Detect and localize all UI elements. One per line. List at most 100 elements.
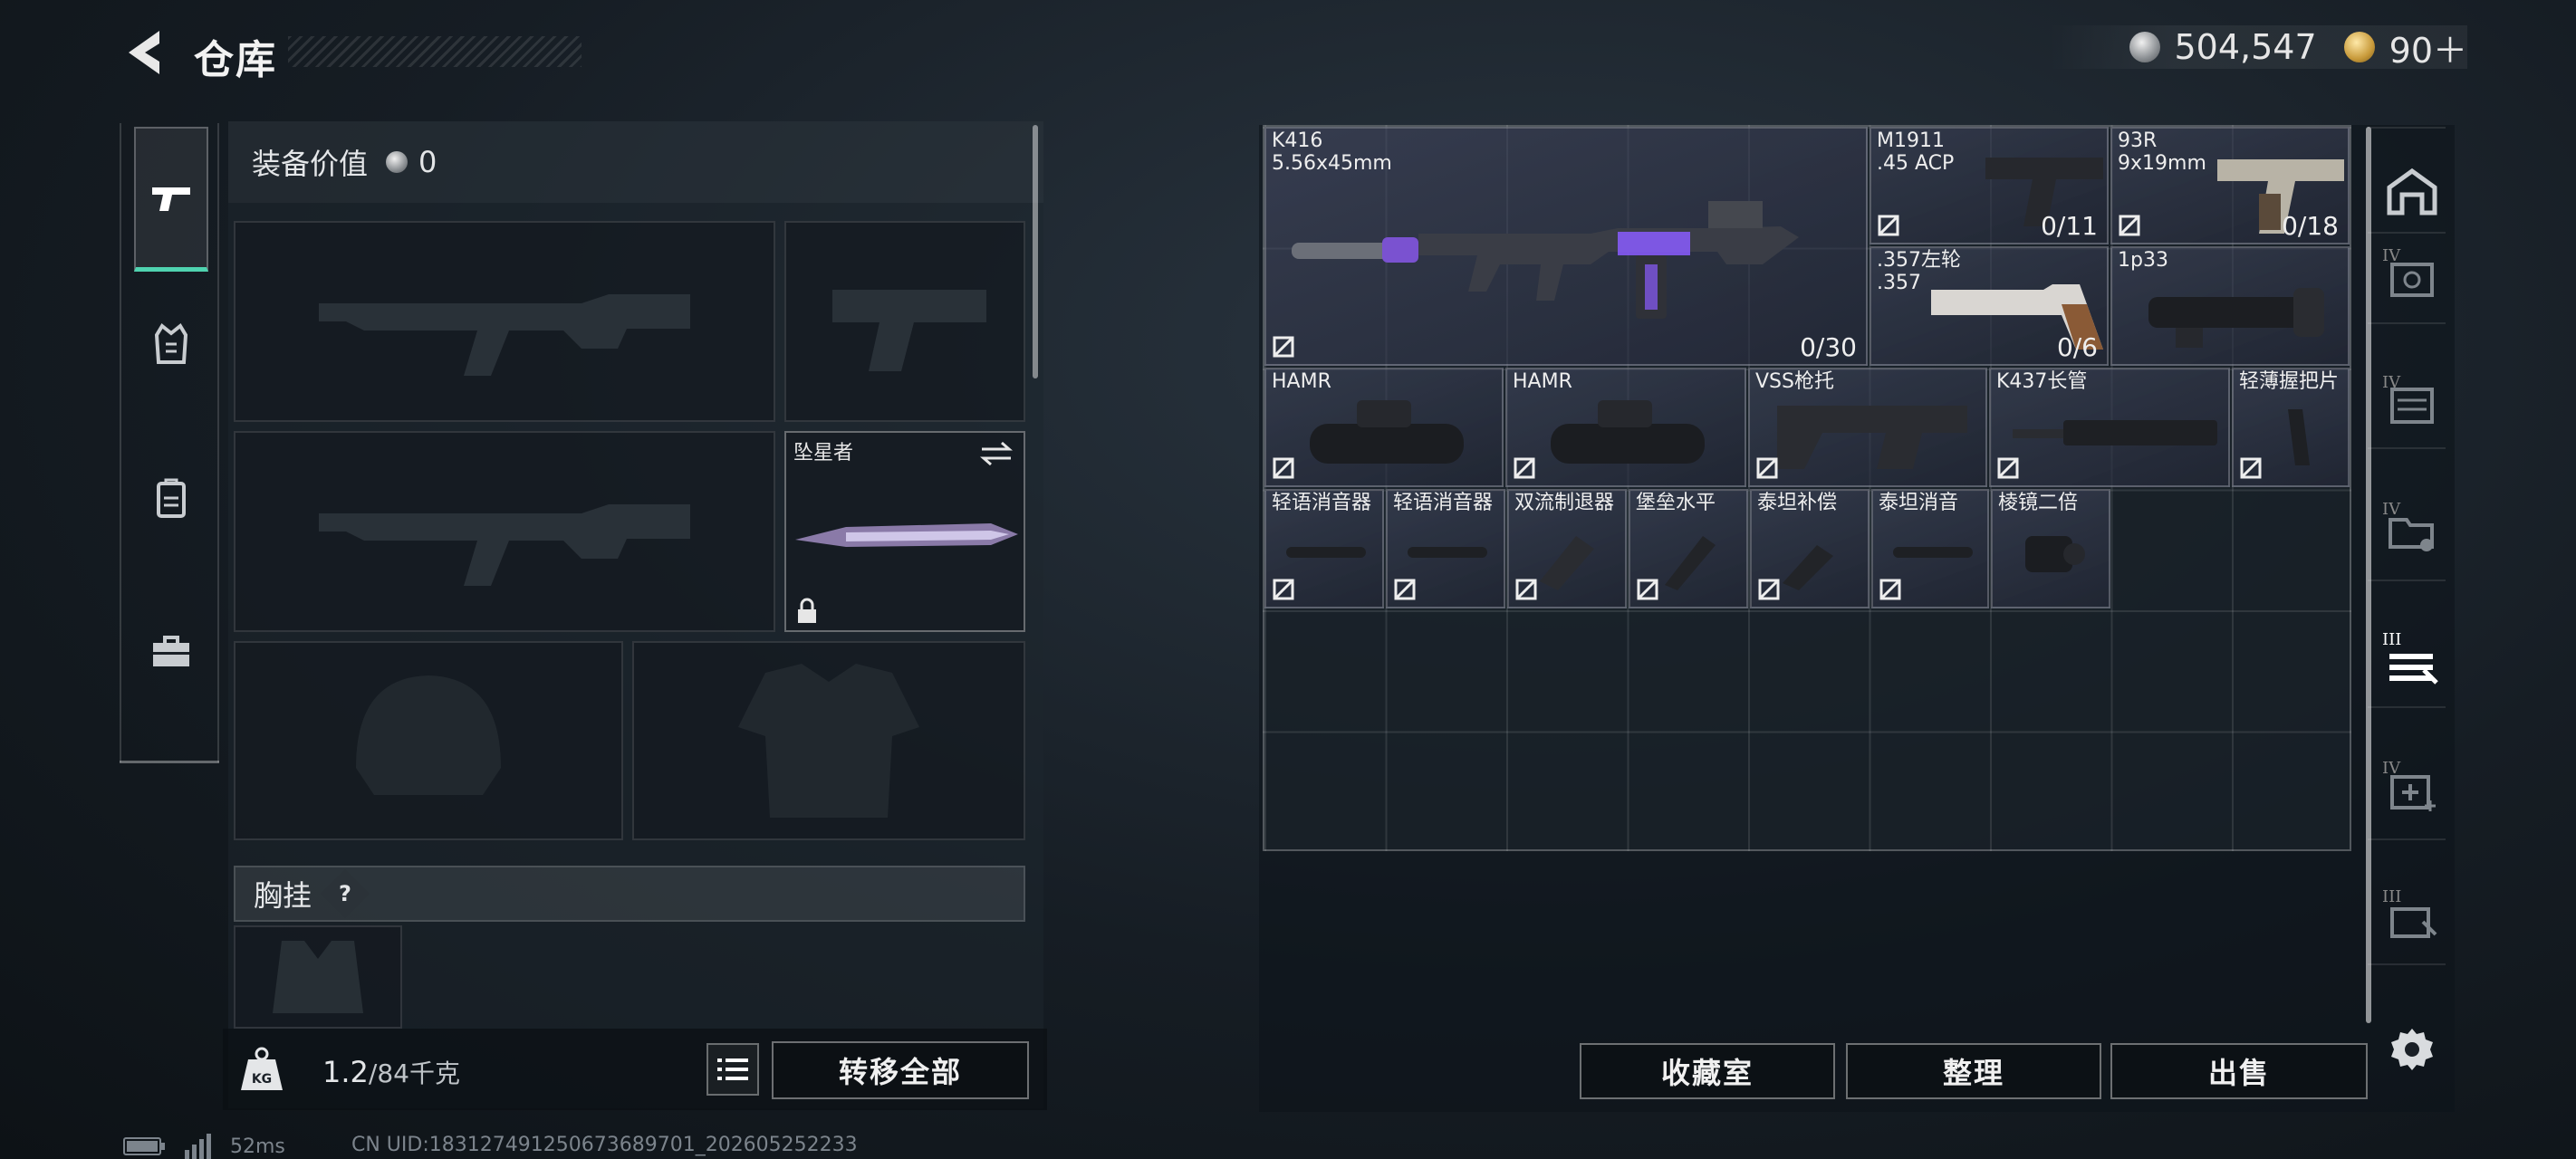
unbound-icon xyxy=(1514,457,1535,479)
unbound-icon xyxy=(1997,457,2019,479)
warehouse-item-hamr-1[interactable]: HAMR xyxy=(1264,368,1504,487)
settings-gear-icon[interactable] xyxy=(2388,1025,2437,1074)
silver-coin-icon xyxy=(386,151,409,173)
helmet-slot[interactable] xyxy=(234,641,623,840)
help-icon[interactable]: ? xyxy=(321,869,370,918)
rail-container-1[interactable]: IV xyxy=(2380,246,2444,310)
loadout-category-rail xyxy=(120,123,219,762)
suppressor-icon xyxy=(1286,547,1366,558)
compensator-icon xyxy=(1665,536,1716,590)
warehouse-item-93r[interactable]: 93R 9x19mm 0/18 xyxy=(2110,127,2350,244)
warehouse-item-k416[interactable]: K416 5.56x45mm 0/30 xyxy=(1264,127,1868,366)
equip-value-label: 装备价值 xyxy=(252,147,369,181)
item-name: 轻语消音器 xyxy=(1272,492,1372,514)
primary-weapon-slot-2[interactable] xyxy=(234,431,775,632)
warehouse-item-titan-compensator[interactable]: 泰坦补偿 xyxy=(1750,489,1870,608)
unbound-icon xyxy=(2240,457,2262,479)
item-caliber: 9x19mm xyxy=(2118,152,2206,175)
tab-armor[interactable] xyxy=(134,272,208,417)
toolbox-icon xyxy=(153,636,189,666)
warehouse-item-dual-flow-brake[interactable]: 双流制退器 xyxy=(1507,489,1627,608)
chest-rig-label: 胸挂 xyxy=(254,878,312,913)
tab-weapons[interactable] xyxy=(134,127,208,272)
tier-label: III xyxy=(2382,887,2402,906)
sell-button[interactable]: 出售 xyxy=(2110,1043,2368,1099)
item-name: 轻薄握把片 xyxy=(2239,370,2340,393)
warehouse-item-1p33[interactable]: 1p33 xyxy=(2110,246,2350,366)
suppressor-icon xyxy=(1408,547,1487,558)
list-view-button[interactable] xyxy=(706,1043,759,1096)
unbound-icon xyxy=(1756,457,1778,479)
lock-icon xyxy=(798,598,816,623)
weight-current: 1.2 xyxy=(322,1055,369,1089)
item-name: K416 xyxy=(1272,129,1323,152)
primary-weapon-slot-1[interactable] xyxy=(234,221,775,422)
warehouse-item-vss-stock[interactable]: VSS枪托 xyxy=(1748,368,1987,487)
warehouse-item-bastion-level[interactable]: 堡垒水平 xyxy=(1629,489,1748,608)
rail-tool-storage[interactable]: III xyxy=(2380,887,2444,951)
ammo-count: 0/30 xyxy=(1800,332,1857,362)
currency-bar: 504,547 90＋ xyxy=(2047,23,2467,72)
transfer-all-button[interactable]: 转移全部 xyxy=(772,1041,1029,1099)
rail-medical-storage[interactable]: IV xyxy=(2380,759,2444,822)
warehouse-item-grip-panel[interactable]: 轻薄握把片 xyxy=(2232,368,2350,487)
equip-value-amount: 0 xyxy=(418,145,437,179)
item-name: 泰坦消音 xyxy=(1879,492,1959,514)
equipment-value-row: 装备价值 0 xyxy=(228,121,1043,203)
loadout-scrollbar[interactable] xyxy=(1033,125,1038,378)
title-decor-stripe xyxy=(288,36,582,67)
item-name: 1p33 xyxy=(2118,249,2168,272)
back-arrow-icon[interactable] xyxy=(120,25,170,80)
rifle-silhouette-icon xyxy=(319,504,690,586)
rail-divider xyxy=(2368,706,2446,708)
rail-storage-all[interactable] xyxy=(2380,159,2444,223)
silver-coin-icon xyxy=(2129,32,2160,62)
rail-container-2[interactable]: IV xyxy=(2380,373,2444,436)
signal-bars-icon xyxy=(185,1134,211,1159)
suppressor-icon xyxy=(1893,547,1973,558)
warehouse-item-titan-suppressor[interactable]: 泰坦消音 xyxy=(1871,489,1989,608)
collection-room-button[interactable]: 收藏室 xyxy=(1580,1043,1835,1099)
swap-arrows-icon[interactable] xyxy=(978,440,1014,467)
warehouse-item-whisper-suppressor-1[interactable]: 轻语消音器 xyxy=(1264,489,1384,608)
warehouse-building-icon xyxy=(2387,168,2437,216)
warehouse-item-prism-2x[interactable]: 棱镜二倍 xyxy=(1991,489,2110,608)
tier-label: IV xyxy=(2382,373,2401,392)
warehouse-item-m1911[interactable]: M1911 .45 ACP 0/11 xyxy=(1870,127,2109,244)
rail-divider xyxy=(2368,232,2446,234)
page-title: 仓库 xyxy=(194,37,277,83)
melee-slot[interactable]: 坠星者 xyxy=(784,431,1025,632)
tab-backpack[interactable] xyxy=(134,426,208,570)
rail-container-3[interactable]: IV xyxy=(2380,500,2444,563)
rail-divider xyxy=(2368,580,2446,581)
tab-toolbox[interactable] xyxy=(134,580,208,724)
weight-max: /84千克 xyxy=(368,1058,460,1088)
hamr-scope-icon xyxy=(1551,400,1705,464)
chest-rig-header: 胸挂 ? xyxy=(234,866,1025,922)
warehouse-item-hamr-2[interactable]: HAMR xyxy=(1505,368,1746,487)
tier-label: III xyxy=(2382,630,2402,649)
pistol-silhouette-icon xyxy=(832,290,986,371)
rail-divider xyxy=(2368,838,2446,840)
ping-readout: 52ms xyxy=(230,1135,285,1158)
rail-weapon-storage[interactable]: III xyxy=(2380,630,2444,694)
armor-silhouette-icon xyxy=(738,664,919,818)
warehouse-scrollbar[interactable] xyxy=(2366,127,2371,1023)
tier-label: IV xyxy=(2382,759,2401,778)
body-armor-slot[interactable] xyxy=(632,641,1025,840)
warehouse-item-k437-barrel[interactable]: K437长管 xyxy=(1989,368,2230,487)
sort-button[interactable]: 整理 xyxy=(1846,1043,2101,1099)
grip-panel-icon xyxy=(2288,409,2310,465)
item-name: K437长管 xyxy=(1996,370,2088,393)
gold-amount[interactable]: 90＋ xyxy=(2389,23,2467,72)
sidearm-slot[interactable] xyxy=(784,221,1025,422)
chest-rig-slot[interactable] xyxy=(234,925,402,1029)
rail-divider xyxy=(2368,447,2446,449)
unbound-icon xyxy=(1394,579,1416,600)
tier-label: IV xyxy=(2382,500,2401,519)
svg-text:KG: KG xyxy=(252,1072,272,1087)
warehouse-item-whisper-suppressor-2[interactable]: 轻语消音器 xyxy=(1386,489,1505,608)
rail-divider xyxy=(120,761,219,763)
prism-scope-icon xyxy=(2025,536,2085,572)
warehouse-item-357-revolver[interactable]: .357左轮 .357 0/6 xyxy=(1870,246,2109,366)
